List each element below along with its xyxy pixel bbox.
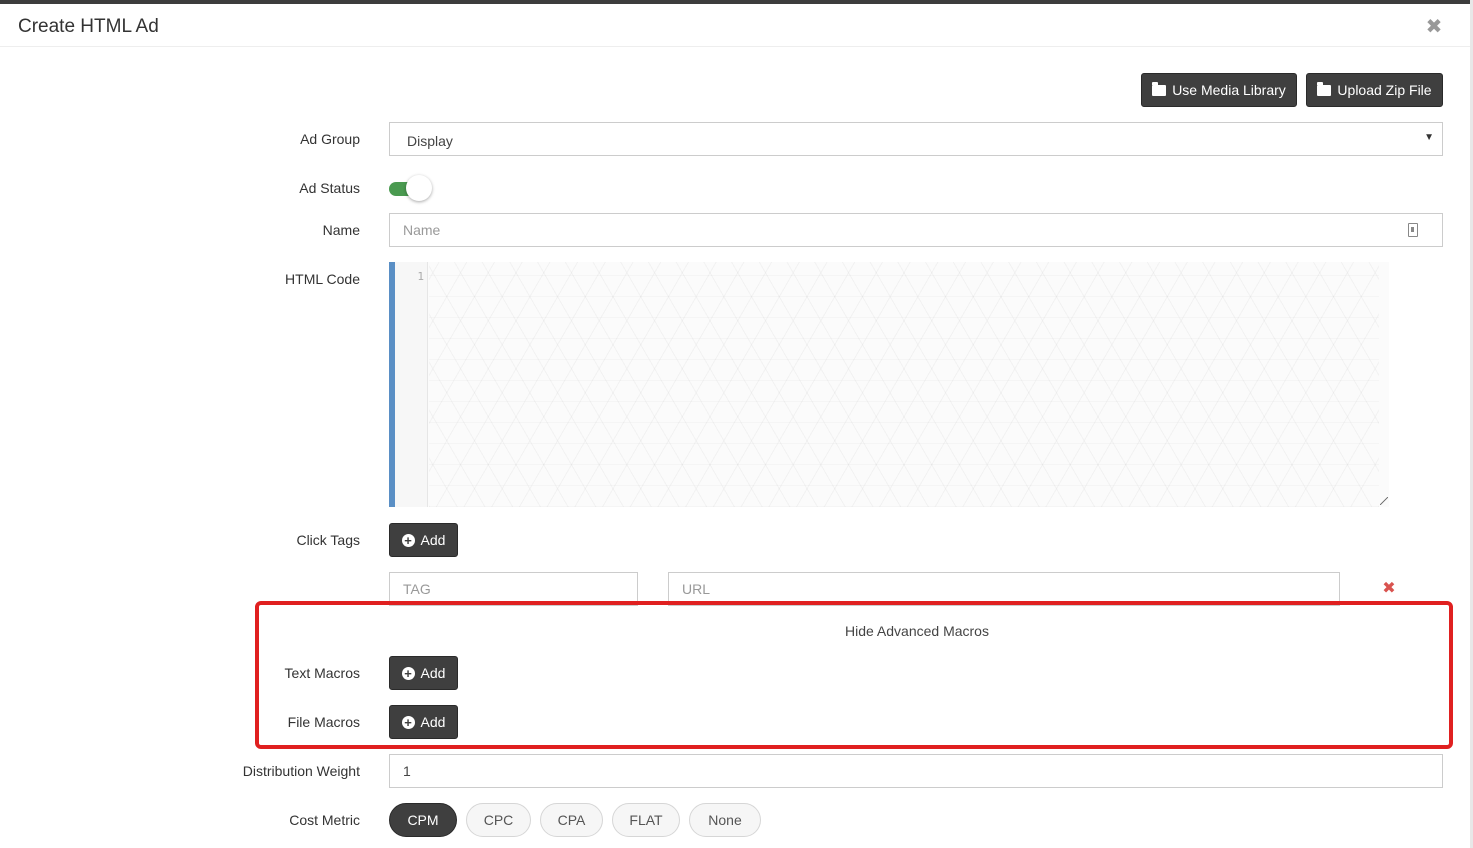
- dropdown-caret-icon: ▼: [1424, 132, 1434, 143]
- add-text-macro-button[interactable]: + Add: [389, 656, 458, 690]
- html-code-editor[interactable]: 1: [389, 262, 1389, 507]
- click-tags-label: Click Tags: [296, 532, 360, 548]
- name-label: Name: [322, 222, 360, 238]
- dialog-header: Create HTML Ad ✖: [0, 4, 1470, 47]
- resize-handle-icon[interactable]: [1380, 497, 1388, 505]
- code-text-area[interactable]: [429, 262, 1379, 507]
- cost-metric-cpc[interactable]: CPC: [466, 803, 531, 837]
- name-placeholder: Name: [403, 222, 441, 238]
- distribution-weight-input[interactable]: 1: [389, 754, 1443, 788]
- html-code-label: HTML Code: [285, 271, 360, 287]
- cost-metric-none[interactable]: None: [689, 803, 761, 837]
- plus-circle-icon: +: [401, 666, 415, 680]
- add-click-tag-label: Add: [420, 532, 446, 548]
- name-input[interactable]: Name: [389, 213, 1443, 247]
- folder-icon: [1152, 81, 1167, 96]
- cost-metric-cpm[interactable]: CPM: [389, 803, 457, 837]
- upload-zip-file-label: Upload Zip File: [1337, 82, 1432, 98]
- ad-status-label: Ad Status: [299, 180, 360, 196]
- ad-status-toggle[interactable]: [389, 175, 433, 201]
- cost-metric-flat[interactable]: FLAT: [612, 803, 680, 837]
- cost-metric-option-label: CPA: [557, 812, 586, 828]
- cost-metric-option-label: FLAT: [629, 812, 663, 828]
- folder-icon: [1317, 81, 1332, 96]
- cost-metric-cpa[interactable]: CPA: [540, 803, 603, 837]
- url-placeholder: URL: [682, 581, 711, 597]
- add-text-macro-label: Add: [420, 665, 446, 681]
- contact-card-icon: [1408, 223, 1418, 237]
- use-media-library-label: Use Media Library: [1172, 82, 1286, 98]
- use-media-library-button[interactable]: Use Media Library: [1141, 73, 1297, 107]
- ad-group-label: Ad Group: [300, 131, 360, 147]
- text-macros-label: Text Macros: [284, 665, 360, 681]
- add-file-macro-button[interactable]: + Add: [389, 705, 458, 739]
- line-number-gutter: 1: [395, 262, 428, 507]
- hide-advanced-macros-link[interactable]: Hide Advanced Macros: [845, 623, 989, 639]
- file-macros-label: File Macros: [287, 714, 360, 730]
- plus-circle-icon: +: [401, 715, 415, 729]
- ad-group-value: Display: [407, 133, 453, 149]
- close-icon[interactable]: ✖: [1424, 17, 1444, 37]
- tag-placeholder: TAG: [403, 581, 431, 597]
- distribution-weight-value: 1: [403, 763, 411, 779]
- toggle-knob: [406, 175, 432, 201]
- plus-circle-icon: +: [401, 533, 415, 547]
- add-file-macro-label: Add: [420, 714, 446, 730]
- dialog-title: Create HTML Ad: [18, 16, 159, 37]
- remove-icon[interactable]: ✖: [1382, 581, 1396, 597]
- cost-metric-label: Cost Metric: [289, 812, 360, 828]
- upload-zip-file-button[interactable]: Upload Zip File: [1306, 73, 1443, 107]
- cost-metric-option-label: None: [708, 812, 742, 828]
- ad-group-select[interactable]: Display ▼: [389, 122, 1443, 156]
- distribution-weight-label: Distribution Weight: [242, 763, 360, 779]
- cost-metric-option-label: CPC: [483, 812, 514, 828]
- add-click-tag-button[interactable]: + Add: [389, 523, 458, 557]
- line-number: 1: [417, 270, 424, 283]
- cost-metric-option-label: CPM: [407, 812, 439, 828]
